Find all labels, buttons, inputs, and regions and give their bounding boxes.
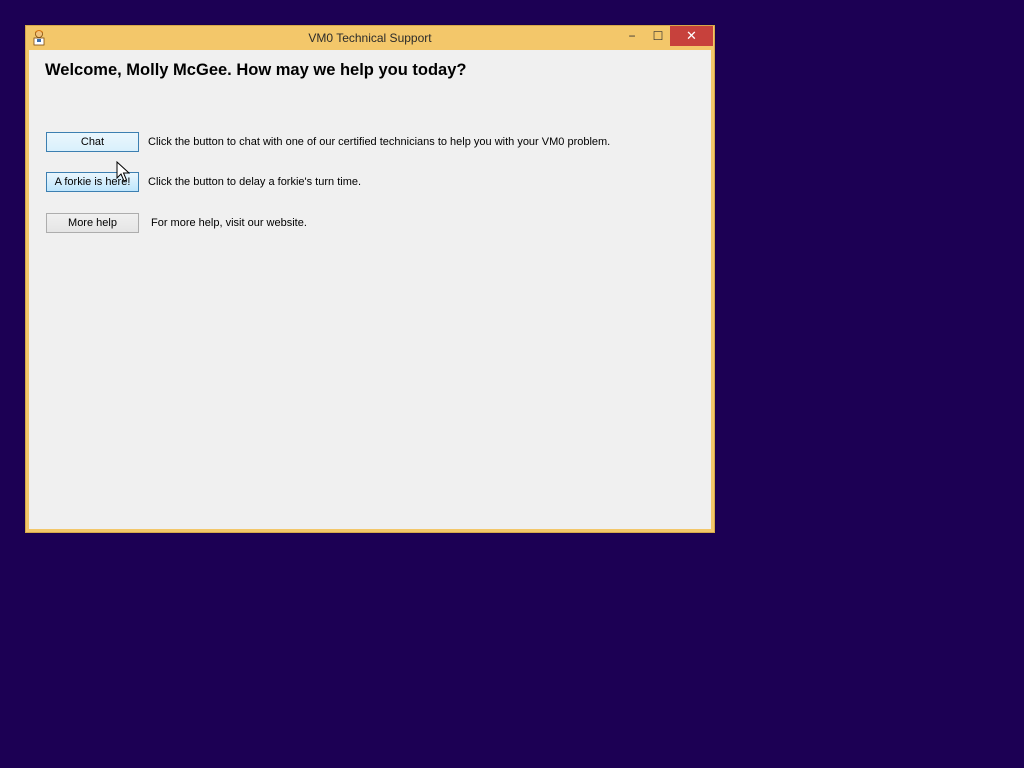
maximize-icon: ☐ xyxy=(652,29,664,43)
welcome-heading: Welcome, Molly McGee. How may we help yo… xyxy=(45,61,467,79)
maximize-button[interactable]: ☐ xyxy=(645,26,671,46)
forkie-description: Click the button to delay a forkie's tur… xyxy=(148,176,362,188)
chat-button[interactable]: Chat xyxy=(46,132,139,152)
arrow-cursor-icon xyxy=(116,161,130,182)
title-bar[interactable]: VM0 Technical Support − ☐ ✕ xyxy=(26,26,714,50)
window-title: VM0 Technical Support xyxy=(308,31,432,45)
desktop: VM0 Technical Support − ☐ ✕ Welcome, Mol… xyxy=(0,0,1024,768)
minimize-icon: − xyxy=(628,29,636,43)
close-icon: ✕ xyxy=(686,28,697,43)
close-button[interactable]: ✕ xyxy=(670,26,713,46)
support-window: VM0 Technical Support − ☐ ✕ Welcome, Mol… xyxy=(25,25,715,533)
window-client-area: Welcome, Molly McGee. How may we help yo… xyxy=(29,50,711,529)
minimize-button[interactable]: − xyxy=(619,26,645,46)
chat-description: Click the button to chat with one of our… xyxy=(148,136,611,148)
more-help-button[interactable]: More help xyxy=(46,213,139,233)
more-help-description: For more help, visit our website. xyxy=(151,217,307,229)
